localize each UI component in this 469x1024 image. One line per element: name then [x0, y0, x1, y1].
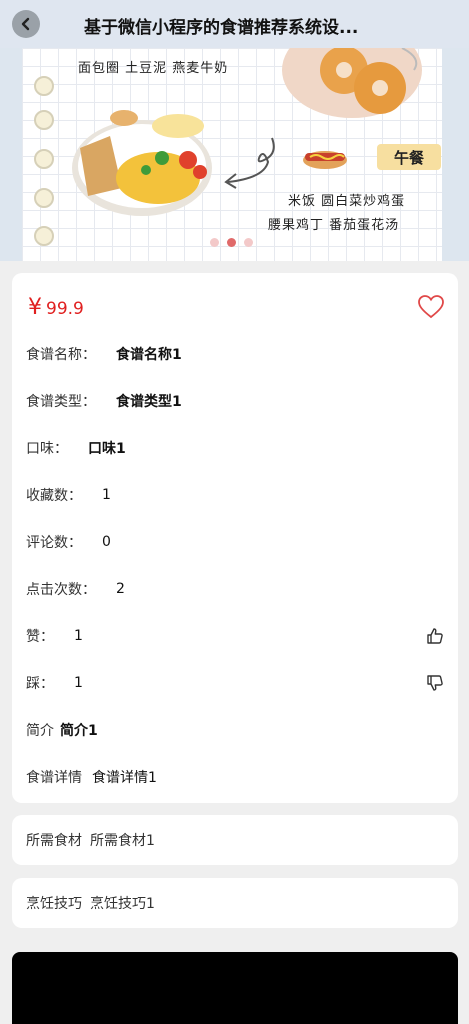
field-recipe-details: 食谱详情 食谱详情1 — [26, 766, 444, 788]
bagel-plate-illustration — [282, 48, 422, 118]
field-value: 1 — [74, 675, 83, 691]
field-taste: 口味： 口味1 — [26, 437, 444, 459]
back-button[interactable] — [12, 10, 40, 38]
field-favorites-count: 收藏数： 1 — [26, 484, 444, 506]
notebook-ring — [34, 76, 54, 96]
nav-bar: 基于微信小程序的食谱推荐系统设... — [0, 0, 469, 48]
field-label: 口味： — [26, 441, 68, 457]
field-click-count: 点击次数： 2 — [26, 578, 444, 600]
lunch-tag: 午餐 — [377, 144, 441, 170]
field-label: 点击次数： — [26, 582, 96, 598]
field-value: 食谱名称1 — [116, 347, 182, 363]
recipe-image-carousel[interactable]: 面包圈 土豆泥 燕麦牛奶 午餐 米饭 圆白菜炒鸡蛋 腰果鸡丁 番茄蛋花汤 — [0, 48, 469, 261]
field-label: 食谱详情 — [26, 770, 82, 786]
field-label: 踩： — [26, 676, 54, 692]
field-label: 简介 — [26, 723, 54, 739]
carousel-dot[interactable] — [244, 238, 253, 247]
field-recipe-type: 食谱类型： 食谱类型1 — [26, 390, 444, 412]
hotdog-icon — [303, 151, 347, 169]
field-label: 食谱类型： — [26, 394, 96, 410]
notebook-ring — [34, 226, 54, 246]
notebook-ring — [34, 149, 54, 169]
field-value: 0 — [102, 534, 111, 550]
notebook-ring — [34, 188, 54, 208]
arrow-doodle — [224, 137, 275, 189]
thumbs-up-icon[interactable] — [426, 627, 444, 645]
carousel-indicator — [210, 238, 253, 247]
field-label: 食谱名称： — [26, 347, 96, 363]
dish-illustration — [72, 110, 212, 216]
cooking-tips-row: 烹饪技巧 烹饪技巧1 — [26, 893, 155, 913]
page-title: 基于微信小程序的食谱推荐系统设... — [84, 18, 359, 38]
field-value: 1 — [102, 487, 111, 503]
field-likes: 赞： 1 — [26, 625, 444, 647]
field-value: 口味1 — [88, 441, 126, 457]
recipe-detail-card: ¥99.9 食谱名称： 食谱名称1 食谱类型： 食谱类型1 口味： 口味1 收藏… — [12, 273, 458, 803]
ingredients-card: 所需食材 所需食材1 — [12, 815, 458, 865]
field-comments-count: 评论数： 0 — [26, 531, 444, 553]
field-label: 赞： — [26, 629, 54, 645]
field-summary: 简介 简介1 — [26, 719, 444, 741]
thumbs-down-icon[interactable] — [426, 674, 444, 692]
carousel-dot[interactable] — [210, 238, 219, 247]
field-dislikes: 踩： 1 — [26, 672, 444, 694]
cooking-tips-card: 烹饪技巧 烹饪技巧1 — [12, 878, 458, 928]
notebook-ring — [34, 110, 54, 130]
back-arrow-icon — [21, 17, 30, 31]
video-player[interactable] — [12, 952, 458, 1024]
field-recipe-name: 食谱名称： 食谱名称1 — [26, 343, 444, 365]
price-value: 99.9 — [46, 299, 84, 319]
breakfast-menu-text: 面包圈 土豆泥 燕麦牛奶 — [78, 61, 229, 76]
field-value: 食谱类型1 — [116, 394, 182, 410]
price-symbol: ¥ — [28, 295, 42, 320]
ingredients-row: 所需食材 所需食材1 — [26, 830, 155, 850]
field-value: 2 — [116, 581, 125, 597]
field-value: 食谱详情1 — [92, 770, 157, 786]
lunch-menu-line-2: 腰果鸡丁 番茄蛋花汤 — [268, 218, 400, 233]
price: ¥99.9 — [28, 295, 84, 320]
field-label: 收藏数： — [26, 488, 82, 504]
cooking-tips-value: 烹饪技巧1 — [90, 896, 155, 912]
field-label: 评论数： — [26, 535, 82, 551]
ingredients-label: 所需食材 — [26, 833, 82, 849]
carousel-dot-active[interactable] — [227, 238, 236, 247]
field-value: 简介1 — [60, 723, 98, 739]
ingredients-value: 所需食材1 — [90, 833, 155, 849]
field-value: 1 — [74, 628, 83, 644]
heart-icon[interactable] — [418, 295, 444, 319]
cooking-tips-label: 烹饪技巧 — [26, 896, 82, 912]
lunch-menu-line-1: 米饭 圆白菜炒鸡蛋 — [288, 194, 406, 209]
banner-image: 面包圈 土豆泥 燕麦牛奶 午餐 米饭 圆白菜炒鸡蛋 腰果鸡丁 番茄蛋花汤 — [22, 48, 442, 261]
